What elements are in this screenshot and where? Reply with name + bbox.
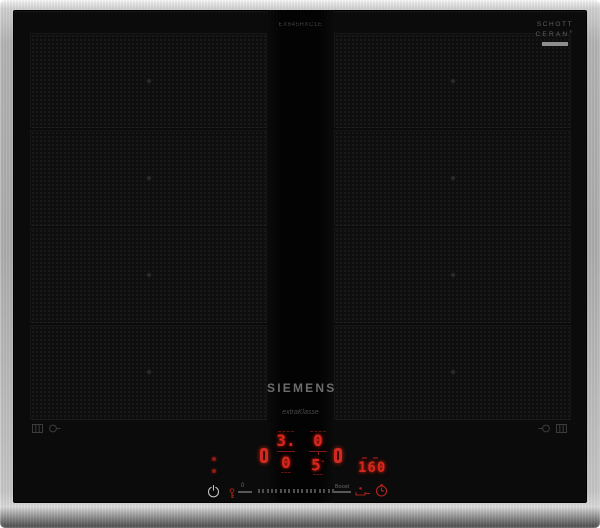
- indicator-dot: [212, 457, 216, 461]
- zone-segment: [334, 130, 571, 225]
- pan-indicator-slot: [337, 451, 339, 460]
- clock-icon: [375, 485, 388, 500]
- power-slider[interactable]: 0 Boost: [238, 483, 354, 498]
- zone-segment: [30, 228, 267, 323]
- cooking-zone-left: [30, 33, 267, 420]
- slider-zero-label: 0: [241, 483, 244, 489]
- slider-tick: [288, 489, 290, 493]
- zone-segment: [334, 228, 571, 323]
- zone-center-dot: [451, 176, 455, 180]
- schott-line2: CERAN®: [528, 29, 582, 39]
- slider-tick: [310, 489, 312, 493]
- left-front-power-level: 0: [273, 454, 299, 471]
- power-slider-ticks: [258, 488, 334, 493]
- flex-grid-icon: [32, 420, 43, 438]
- zone-center-dot: [451, 79, 455, 83]
- slider-tick: [267, 489, 269, 493]
- key-lock-button[interactable]: [228, 487, 236, 502]
- power-display-right[interactable]: 0 5·: [305, 431, 331, 475]
- slider-tick: [328, 489, 330, 493]
- slider-zero-line: [238, 491, 252, 493]
- fry-temperature-display: 160: [358, 457, 398, 475]
- zone-center-dot: [451, 370, 455, 374]
- indicator-dot: [212, 469, 216, 473]
- registered-mark: ®: [569, 29, 574, 34]
- slider-tick: [297, 489, 299, 493]
- key-icon: [228, 487, 236, 502]
- zone-center-dot: [451, 273, 455, 277]
- power-button[interactable]: [207, 485, 220, 501]
- power-display-left[interactable]: 3. 0: [273, 431, 299, 473]
- right-front-power-level: 5·: [305, 454, 331, 473]
- slider-tick: [306, 489, 308, 493]
- zone-segment: [334, 33, 571, 128]
- center-control-strip: [267, 10, 334, 503]
- standby-icon: [207, 486, 220, 501]
- display-divider: [277, 451, 295, 452]
- left-rear-power-level: 3.: [273, 432, 299, 449]
- display-dash: [281, 472, 291, 473]
- model-code: EX645HXC1E: [267, 22, 334, 28]
- fry-sensor-button[interactable]: [355, 485, 371, 500]
- slider-boost-line: [334, 491, 351, 493]
- right-rear-power-level: 0: [305, 432, 331, 449]
- zone-segment: [30, 130, 267, 225]
- slider-boost-label: Boost: [335, 484, 349, 490]
- timer-button[interactable]: [375, 484, 388, 500]
- temp-mark: [373, 457, 378, 459]
- temp-marks: [362, 457, 398, 459]
- zone-center-dot: [147, 273, 151, 277]
- extraklasse-label: extraKlasse: [267, 409, 334, 416]
- pan-icon: [538, 420, 551, 438]
- schott-bar: [542, 42, 568, 46]
- slider-tick: [280, 489, 282, 493]
- zone-segment: [30, 33, 267, 128]
- zone-select-indicators: [212, 457, 216, 473]
- slider-tick: [262, 489, 264, 493]
- pan-indicator-left: [260, 448, 268, 463]
- zone-segment: [334, 325, 571, 420]
- slider-tick: [314, 489, 316, 493]
- slider-tick: [284, 489, 286, 493]
- zone-center-dot: [147, 79, 151, 83]
- induction-hob: EX645HXC1E SCHOTT CERAN® SIEMENS extraKl…: [0, 0, 600, 528]
- frying-pan-icon: [355, 485, 371, 500]
- schott-line1: SCHOTT: [528, 21, 582, 29]
- power-level-dot: ·: [321, 458, 325, 466]
- fry-temperature-value: 160: [358, 461, 398, 475]
- zone-print-icons-right: [538, 420, 567, 438]
- slider-tick: [275, 489, 277, 493]
- zone-segment: [30, 325, 267, 420]
- slider-tick: [271, 489, 273, 493]
- slider-tick: [258, 489, 260, 493]
- pan-indicator-right: [334, 448, 342, 463]
- zone-center-dot: [147, 176, 151, 180]
- display-dash: [313, 474, 323, 475]
- temp-mark: [362, 457, 367, 459]
- flex-grid-icon: [556, 420, 567, 438]
- slider-tick: [323, 489, 325, 493]
- siemens-logo: SIEMENS: [267, 381, 334, 395]
- pan-icon: [48, 420, 61, 438]
- slider-tick: [319, 489, 321, 493]
- zone-center-dot: [147, 370, 151, 374]
- pan-indicator-slot: [263, 451, 265, 460]
- slider-tick: [301, 489, 303, 493]
- slider-tick: [293, 489, 295, 493]
- schott-ceran-logo: SCHOTT CERAN®: [528, 21, 582, 46]
- cooking-zone-right: [334, 33, 571, 420]
- display-divider: [309, 451, 327, 452]
- zone-print-icons-left: [32, 420, 61, 438]
